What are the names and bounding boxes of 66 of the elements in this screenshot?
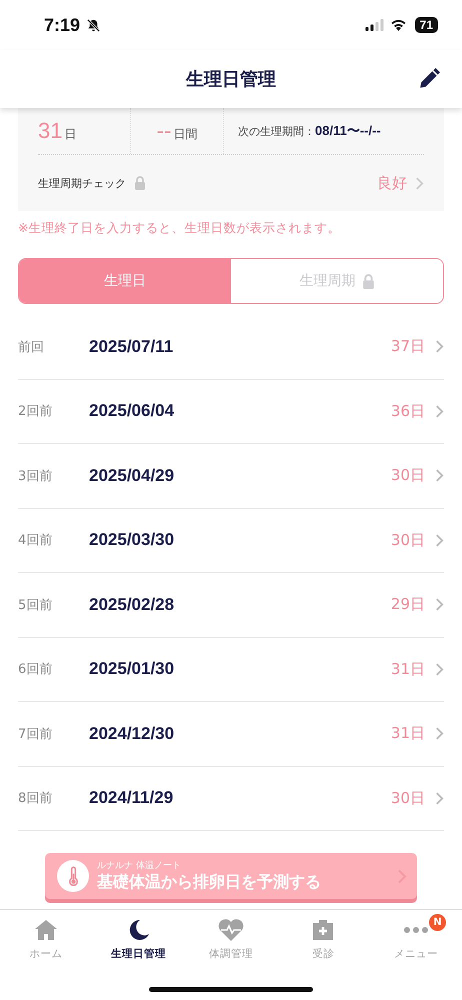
period-record-row[interactable]: 8回前 2024/11/29 30日 — [18, 766, 444, 831]
banner-subtitle: ルナルナ 体温ノート — [97, 860, 182, 872]
chevron-icon — [435, 726, 444, 742]
info-note: ※生理終了日を入力すると、生理日数が表示されます。 — [18, 220, 342, 237]
period-record-row[interactable]: 7回前 2024/12/30 31日 — [18, 702, 444, 766]
chevron-icon — [435, 532, 444, 548]
record-date: 2025/04/29 — [89, 466, 174, 486]
banner-title: 基礎体温から排卵日を予測する — [97, 872, 322, 893]
record-label: 7回前 — [18, 726, 54, 743]
record-date: 2025/02/28 — [89, 594, 174, 615]
record-date: 2025/06/04 — [89, 401, 174, 422]
nav-tab[interactable]: 生理日管理 — [92, 910, 185, 972]
record-label: 6回前 — [18, 661, 54, 678]
record-label: 4回前 — [18, 532, 54, 550]
record-label: 3回前 — [18, 468, 54, 485]
cycle-length: 30日 — [390, 466, 425, 486]
status-time: 7:19 — [44, 14, 80, 36]
cycle-length: 31日 — [390, 660, 425, 679]
signal-icon — [364, 19, 384, 31]
record-label: 2回前 — [18, 403, 54, 420]
stat-value: 31 — [38, 118, 62, 144]
more-icon — [404, 927, 428, 933]
stat-unit: 日 — [64, 126, 76, 142]
period-record-row[interactable]: 5回前 2025/02/28 29日 — [18, 573, 444, 638]
record-date: 2024/12/30 — [89, 724, 174, 744]
period-record-row[interactable]: 3回前 2025/04/29 30日 — [18, 444, 444, 508]
chevron-icon — [435, 597, 444, 612]
thermometer-icon — [57, 860, 89, 892]
next-period-label: 次の生理期間： — [238, 124, 315, 138]
cycle-length: 31日 — [390, 724, 425, 744]
record-date: 2025/01/30 — [89, 659, 174, 680]
chevron-icon — [435, 662, 444, 677]
pencil-icon[interactable] — [418, 68, 440, 90]
chevron-icon — [435, 404, 444, 419]
heartbeat-icon — [217, 918, 246, 942]
wifi-icon — [390, 19, 407, 31]
lock-icon — [134, 176, 146, 190]
record-date: 2024/11/29 — [89, 788, 174, 808]
chevron-icon — [435, 790, 444, 806]
next-period-value: 08/11〜--/-- — [315, 122, 381, 140]
record-label: 8回前 — [18, 790, 54, 808]
record-label: 5回前 — [18, 596, 54, 614]
cycle-length: 29日 — [390, 595, 425, 614]
home-icon — [33, 918, 60, 942]
record-date: 2025/07/11 — [89, 336, 174, 357]
cycle-check-label: 生理周期チェック — [38, 176, 126, 190]
cycle-length: 37日 — [390, 337, 425, 356]
stat-value: -- — [156, 118, 172, 144]
period-record-row[interactable]: 2回前 2025/06/04 36日 — [18, 380, 444, 444]
cycle-length: 30日 — [390, 530, 425, 550]
record-date: 2025/03/30 — [89, 530, 174, 550]
period-record-row[interactable]: 4回前 2025/03/30 30日 — [18, 508, 444, 573]
stat-unit: 日間 — [173, 126, 198, 142]
bell-muted-icon — [86, 18, 102, 32]
chevron-icon — [435, 468, 444, 484]
period-record-row[interactable]: 前回 2025/07/11 37日 — [18, 315, 444, 380]
record-label: 前回 — [18, 338, 45, 356]
cycle-length: 30日 — [390, 788, 425, 808]
period-record-row[interactable]: 6回前 2025/01/30 31日 — [18, 638, 444, 702]
chevron-icon — [435, 339, 444, 354]
page-title: 生理日管理 — [186, 68, 276, 91]
chevron-icon — [415, 176, 424, 190]
notification-badge: N — [429, 914, 446, 931]
medical-bag-icon — [311, 918, 336, 942]
battery-level: 71 — [414, 17, 438, 33]
cycle-length: 36日 — [390, 402, 425, 421]
